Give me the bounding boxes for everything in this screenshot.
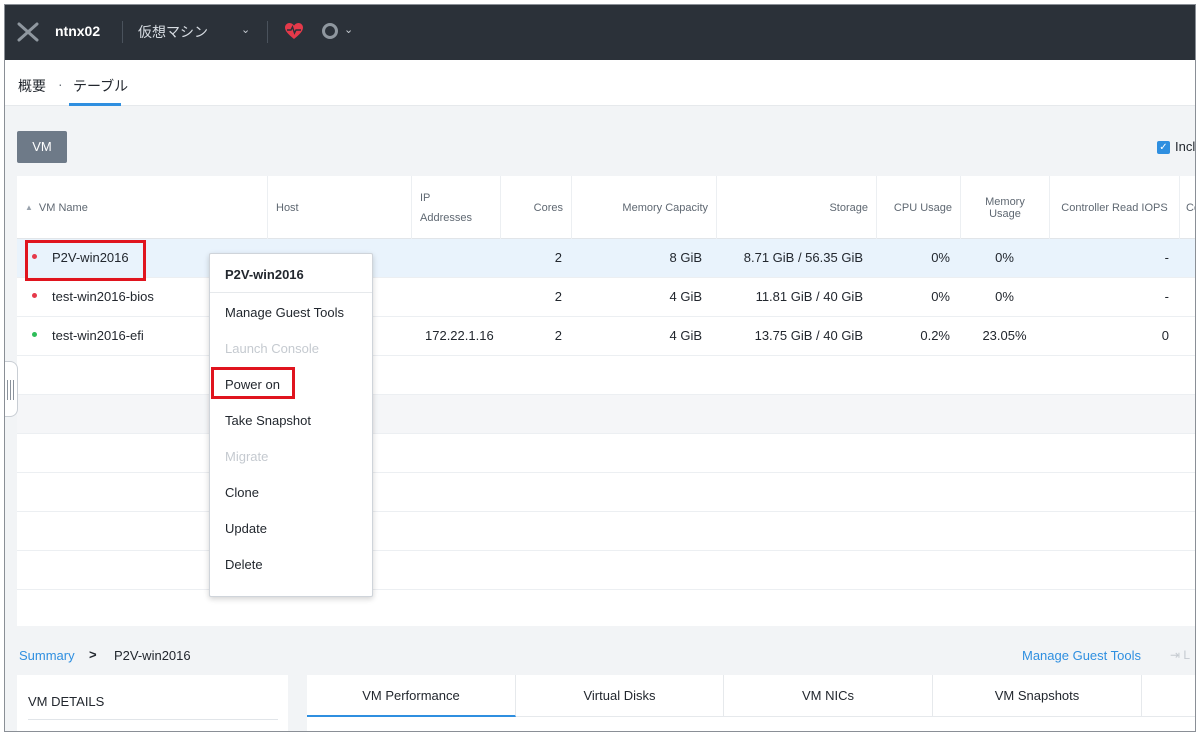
context-menu-title: P2V-win2016 — [225, 267, 304, 282]
power-status-dot — [32, 293, 37, 298]
table-row-empty — [17, 356, 1195, 395]
cell-cpu: 0% — [931, 250, 950, 265]
vm-create-button[interactable]: VM — [17, 131, 67, 163]
cell-cores: 2 — [554, 289, 562, 304]
launch-console-link[interactable]: ⇥ L — [1170, 648, 1190, 662]
status-circle-icon[interactable] — [322, 23, 338, 39]
divider — [267, 21, 268, 43]
cell-cpu: 0.2% — [920, 328, 950, 343]
vm-details-panel: VM DETAILS — [17, 675, 288, 731]
breadcrumb-arrow: > — [89, 647, 97, 662]
cell-ip: 172.22.1.16 — [425, 328, 494, 343]
summary-link[interactable]: Summary — [19, 648, 75, 663]
view-navigation: 概要 · テーブル — [5, 60, 1195, 106]
cell-storage: 13.75 GiB / 40 GiB — [754, 328, 863, 343]
divider — [210, 292, 372, 293]
table-row-empty — [17, 512, 1195, 551]
side-drawer-handle[interactable] — [5, 361, 18, 417]
vm-details-title: VM DETAILS — [28, 694, 105, 709]
cell-mem-usage: 0% — [995, 250, 1014, 265]
cell-mem-usage: 0% — [995, 289, 1014, 304]
column-header-storage[interactable]: Storage — [716, 176, 876, 239]
table-row-empty — [17, 434, 1195, 473]
manage-guest-tools-link[interactable]: Manage Guest Tools — [1022, 648, 1141, 663]
tab-overview[interactable]: 概要 — [18, 76, 46, 96]
cell-ip — [425, 239, 505, 277]
column-header-controller-read-iops[interactable]: Controller Read IOPS — [1049, 176, 1179, 239]
summary-vm-name: P2V-win2016 — [114, 648, 191, 663]
column-header-ip-addresses[interactable]: IP Addresses — [411, 176, 500, 239]
section-dropdown[interactable]: 仮想マシン — [138, 22, 208, 42]
cell-cores: 2 — [554, 250, 562, 265]
table-row-empty — [17, 473, 1195, 512]
chevron-down-icon[interactable]: ⌄ — [241, 23, 250, 36]
cell-memory: 4 GiB — [669, 289, 702, 304]
menu-item-launch-console: Launch Console — [225, 341, 319, 356]
table-row[interactable]: test-win2016-bios 2 4 GiB 11.81 GiB / 40 Gi… — [17, 278, 1195, 317]
vm-table: ▲ VM Name Host IP Addresses Cores Memory… — [17, 176, 1195, 626]
menu-item-manage-guest-tools[interactable]: Manage Guest Tools — [225, 305, 344, 320]
menu-item-migrate: Migrate — [225, 449, 269, 464]
menu-item-update[interactable]: Update — [225, 521, 267, 536]
cell-storage: 8.71 GiB / 56.35 GiB — [743, 250, 863, 265]
cell-read-iops: - — [1164, 250, 1169, 265]
column-header-host[interactable]: Host — [267, 176, 411, 239]
tab-table[interactable]: テーブル — [73, 76, 128, 96]
column-header-vm-name[interactable]: ▲ VM Name — [17, 176, 267, 239]
menu-item-take-snapshot[interactable]: Take Snapshot — [225, 413, 311, 428]
summary-bar: Summary > P2V-win2016 Manage Guest Tools… — [5, 635, 1195, 675]
tab-overflow — [1142, 675, 1195, 717]
sort-ascending-icon: ▲ — [25, 203, 33, 212]
table-header: ▲ VM Name Host IP Addresses Cores Memory… — [17, 176, 1195, 239]
vm-context-menu: P2V-win2016 Manage Guest Tools Launch Con… — [209, 253, 373, 597]
heart-health-icon[interactable] — [284, 22, 304, 40]
table-row[interactable]: test-win2016-efi 172.22.1.16 2 4 GiB 13.75 G… — [17, 317, 1195, 356]
cell-cores: 2 — [554, 328, 562, 343]
column-header-cpu-usage[interactable]: CPU Usage — [876, 176, 960, 239]
include-label: Incl — [1175, 139, 1196, 154]
separator-dot: · — [58, 76, 63, 92]
vm-detail-tabs: VM Performance Virtual Disks VM NICs VM … — [307, 675, 1195, 731]
menu-item-delete[interactable]: Delete — [225, 557, 263, 572]
column-header-cores[interactable]: Cores — [500, 176, 571, 239]
cell-memory: 8 GiB — [669, 250, 702, 265]
table-row-empty — [17, 551, 1195, 590]
cell-read-iops: 0 — [1161, 328, 1169, 343]
divider — [122, 21, 123, 43]
column-header-truncated[interactable]: Co — [1179, 176, 1195, 239]
menu-item-clone[interactable]: Clone — [225, 485, 259, 500]
table-row[interactable]: P2V-win2016 2 8 GiB 8.71 GiB / 56.35 GiB 0% 0… — [17, 239, 1195, 278]
cell-read-iops: - — [1164, 289, 1169, 304]
cluster-name[interactable]: ntnx02 — [55, 23, 100, 39]
cell-mem-usage: 23.05% — [982, 328, 1027, 343]
cell-storage: 11.81 GiB / 40 GiB — [755, 289, 863, 304]
highlight-box-vm-name — [25, 240, 146, 281]
top-navigation-bar: ntnx02 仮想マシン ⌄ ⌄ — [5, 5, 1195, 60]
active-tab-indicator — [69, 103, 121, 106]
tab-vm-performance[interactable]: VM Performance — [307, 675, 516, 717]
include-checkbox[interactable]: ✓ — [1157, 141, 1170, 154]
app-window: ntnx02 仮想マシン ⌄ ⌄ 概要 · テーブル VM ✓ Incl ▲ V… — [4, 4, 1196, 732]
tab-vm-nics[interactable]: VM NICs — [724, 675, 933, 717]
tab-vm-snapshots[interactable]: VM Snapshots — [933, 675, 1142, 717]
highlight-box-power-on — [211, 367, 295, 399]
nutanix-logo-icon[interactable] — [17, 22, 39, 42]
tab-virtual-disks[interactable]: Virtual Disks — [516, 675, 724, 717]
cell-ip — [425, 278, 505, 316]
power-status-dot — [32, 332, 37, 337]
table-row-empty — [17, 395, 1195, 434]
cell-memory: 4 GiB — [669, 328, 702, 343]
column-header-memory-capacity[interactable]: Memory Capacity — [571, 176, 716, 239]
cell-cpu: 0% — [931, 289, 950, 304]
column-header-memory-usage[interactable]: Memory Usage — [960, 176, 1049, 239]
chevron-down-icon[interactable]: ⌄ — [344, 23, 353, 36]
divider — [28, 719, 278, 720]
